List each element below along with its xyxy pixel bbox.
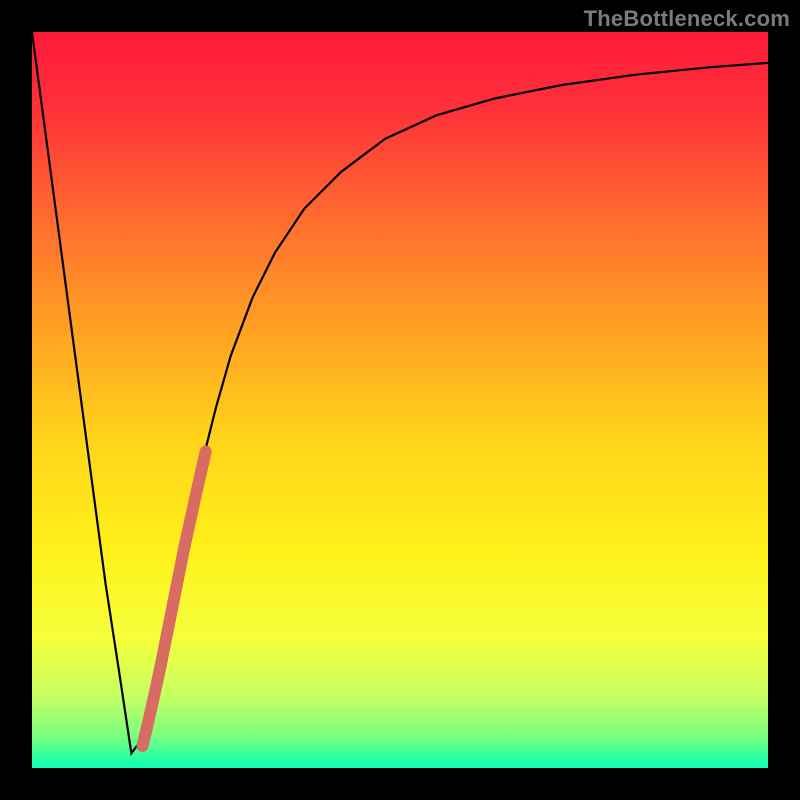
watermark-text: TheBottleneck.com bbox=[584, 6, 790, 32]
highlight-segment bbox=[142, 452, 205, 746]
chart-frame: TheBottleneck.com bbox=[0, 0, 800, 800]
plot-area bbox=[32, 32, 768, 768]
chart-svg bbox=[32, 32, 768, 768]
bottleneck-curve bbox=[32, 32, 768, 753]
